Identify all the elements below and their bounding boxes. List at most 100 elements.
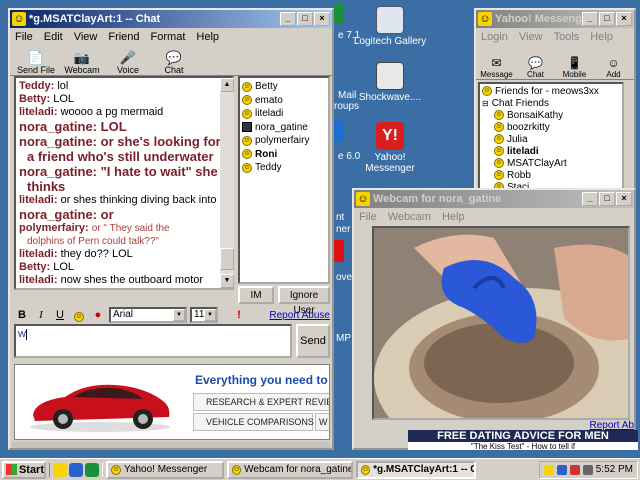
user-list-item[interactable]: ☺ polymerfairy <box>242 134 326 147</box>
minimize-button[interactable]: _ <box>582 192 598 206</box>
friend-item[interactable]: ☺ BonsaiKathy <box>482 109 620 121</box>
user-list-item[interactable]: ☺ liteladi <box>242 107 326 120</box>
user-list-item[interactable]: ☺ emato <box>242 94 326 107</box>
yahoo-quicklaunch-icon[interactable] <box>53 462 67 477</box>
menu-format[interactable]: Format <box>150 31 187 43</box>
maximize-button[interactable]: □ <box>297 12 313 26</box>
network-tray-icon[interactable] <box>556 464 567 475</box>
chat-message: liteladi: woooo a pg mermaid <box>19 106 229 119</box>
user-list-item[interactable]: ☺ Teddy <box>242 161 326 174</box>
font-select[interactable]: Arial ▼ <box>109 307 187 323</box>
smiley-picker-icon[interactable]: ☺ <box>71 307 87 323</box>
menu-view[interactable]: View <box>518 31 544 43</box>
close-button[interactable]: × <box>616 12 632 26</box>
menu-file[interactable]: File <box>358 211 378 223</box>
maximize-button[interactable]: □ <box>599 12 615 26</box>
menu-file[interactable]: File <box>14 31 34 43</box>
smiley-icon: ☺ <box>242 135 252 146</box>
desktop-icon-yahoo-messenger[interactable]: Y! Yahoo! Messenger <box>350 122 430 174</box>
report-abuse-link[interactable]: Report Abuse <box>269 310 330 321</box>
task-yahoo-messenger[interactable]: ☺ Yahoo! Messenger <box>106 460 224 479</box>
menu-login[interactable]: Login <box>480 31 509 43</box>
chat-titlebar[interactable]: ☺ *g.MSATClayArt:1 -- Chat _ □ × <box>10 10 332 28</box>
maximize-button[interactable]: □ <box>599 192 615 206</box>
menu-view[interactable]: View <box>73 31 99 43</box>
mobile-button[interactable]: 📱 Mobile <box>556 57 593 80</box>
bold-button[interactable]: B <box>14 307 30 323</box>
ignore-user-button[interactable]: Ignore User <box>278 286 330 316</box>
italic-button[interactable]: I <box>33 307 49 323</box>
chat-button[interactable]: 💬 Chat <box>152 51 196 76</box>
ad-link-reviews[interactable]: RESEARCH & EXPERT REVIEWS <box>193 393 329 411</box>
ad-link-partial[interactable]: W <box>315 413 329 431</box>
task-chat[interactable]: ☺*g.MSATClayArt:1 -- Chat <box>356 460 476 479</box>
user-list-item[interactable]: ☺ Roni <box>242 148 326 161</box>
scroll-up-arrow[interactable]: ▲ <box>220 78 234 92</box>
volume-tray-icon[interactable] <box>582 464 593 475</box>
desktop-icon-shockwave[interactable]: Shockwave.... <box>350 62 430 103</box>
friend-item[interactable]: ☺ liteladi <box>482 145 620 157</box>
user-list-item[interactable]: ☺ Betty <box>242 80 326 93</box>
menu-help[interactable]: Help <box>589 31 614 43</box>
menu-help[interactable]: Help <box>195 31 220 43</box>
minimize-button[interactable]: _ <box>582 12 598 26</box>
yahoo-tray-icon[interactable] <box>543 464 554 475</box>
chat-log-scrollbar[interactable]: ▲ ▼ <box>220 78 234 288</box>
send-button[interactable]: Send <box>296 324 330 358</box>
webcam-button[interactable]: 📷 Webcam <box>60 51 104 76</box>
send-file-button[interactable]: 📄 Send File <box>14 51 58 76</box>
webcam-ad-banner[interactable]: FREE DATING ADVICE FOR MEN "The Kiss Tes… <box>408 430 638 450</box>
webcam-titlebar[interactable]: ☺ Webcam for nora_gatine _ □ × <box>354 190 634 208</box>
yahoo-messenger-icon: Y! <box>376 122 404 150</box>
voice-button[interactable]: 🎤 Voice <box>106 51 150 76</box>
friend-item[interactable]: ☺ Julia <box>482 133 620 145</box>
messenger-titlebar[interactable]: ☺ Yahoo! Messenger _ □ × <box>476 10 634 28</box>
start-button[interactable]: Start <box>2 460 46 479</box>
smiley-icon: ☺ <box>494 146 504 156</box>
text-cursor <box>25 328 27 340</box>
smiley-icon: ☺ <box>242 162 252 173</box>
task-label: Yahoo! Messenger <box>124 463 208 475</box>
logitech-gallery-icon <box>376 6 404 34</box>
user-list[interactable]: ☺ Betty ☺ emato ☺ liteladi nora_gatine ☺ pol… <box>238 76 330 284</box>
message-text: or she's looking for <box>100 134 221 149</box>
alert-icon[interactable]: ! <box>231 307 247 323</box>
group-chat-friends[interactable]: ⊟ Chat Friends <box>482 97 620 109</box>
menu-help[interactable]: Help <box>441 211 466 223</box>
close-button[interactable]: × <box>314 12 330 26</box>
menu-friend[interactable]: Friend <box>107 31 140 43</box>
task-webcam[interactable]: ☺ Webcam for nora_gatine <box>227 460 353 479</box>
desktop-icon-logitech-gallery[interactable]: Logitech Gallery <box>350 6 430 47</box>
desktop-partial-label: roups <box>334 101 360 112</box>
close-button[interactable]: × <box>616 192 632 206</box>
message-button[interactable]: ✉ Message <box>478 57 515 80</box>
friend-item[interactable]: ☺ boozrkitty <box>482 121 620 133</box>
friend-item[interactable]: ☺ Robb <box>482 169 620 181</box>
minimize-button[interactable]: _ <box>280 12 296 26</box>
scroll-thumb[interactable] <box>220 248 234 270</box>
user-list-item[interactable]: nora_gatine <box>242 121 326 134</box>
friends-list[interactable]: ☺ Friends for - meows3xx ⊟ Chat Friends ☺ B… <box>478 82 624 193</box>
user-name: polymerfairy <box>255 135 310 146</box>
menu-tools[interactable]: Tools <box>553 31 581 43</box>
underline-button[interactable]: U <box>52 307 68 323</box>
chat-button[interactable]: 💬 Chat <box>517 57 554 80</box>
ad-headline: Everything you need to m <box>195 373 330 387</box>
font-size-select[interactable]: 11 ▼ <box>190 307 218 323</box>
media-quicklaunch-icon[interactable] <box>85 462 99 477</box>
ad-link-comparisons[interactable]: VEHICLE COMPARISONS <box>193 413 314 431</box>
add-button[interactable]: ☺ Add <box>595 57 632 80</box>
chat-message: nora_gatine: LOL <box>19 119 229 134</box>
browser-quicklaunch-icon[interactable] <box>69 462 83 477</box>
scroll-down-arrow[interactable]: ▼ <box>220 274 234 288</box>
friend-item[interactable]: ☺ MSATClayArt <box>482 157 620 169</box>
message-input[interactable]: w <box>14 324 292 358</box>
menu-edit[interactable]: Edit <box>43 31 64 43</box>
color-picker-icon[interactable]: ● <box>90 307 106 323</box>
window-title: Yahoo! Messenger <box>495 13 581 25</box>
ad-banner[interactable]: Everything you need to m RESEARCH & EXPE… <box>14 364 330 440</box>
antivirus-tray-icon[interactable] <box>569 464 580 475</box>
chat-log[interactable]: Teddy: lol Betty: LOL liteladi: woooo a … <box>14 76 234 290</box>
im-button[interactable]: IM <box>238 286 274 304</box>
menu-webcam[interactable]: Webcam <box>387 211 432 223</box>
